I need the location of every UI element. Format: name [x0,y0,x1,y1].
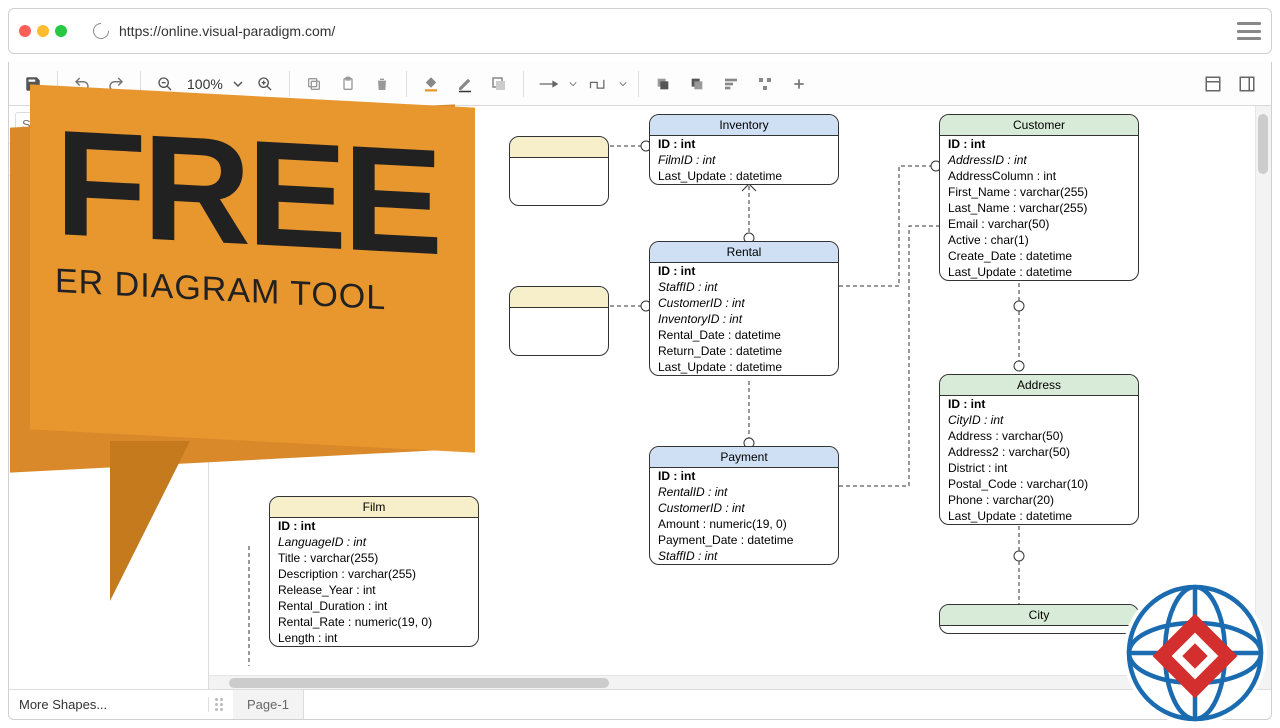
to-back-button[interactable] [681,68,713,100]
address-bar[interactable]: https://online.visual-paradigm.com/ [93,23,1211,39]
connector-dropdown[interactable] [566,68,580,100]
entity-column: Create_Date : datetime [940,248,1138,264]
entity-column: LanguageID : int [270,534,478,550]
connector-style-button[interactable] [532,68,564,100]
entity-column: ID : int [650,136,838,152]
entity-column: Last_Update : datetime [940,508,1138,524]
delete-button[interactable] [366,68,398,100]
entity-column: Rental_Duration : int [270,598,478,614]
waypoint-button[interactable] [582,68,614,100]
entity-title: Film [270,497,478,518]
entity-column: FilmID : int [650,152,838,168]
entity-column: Amount : numeric(19, 0) [650,516,838,532]
horizontal-scrollbar[interactable] [209,675,1255,689]
entity-column: Postal_Code : varchar(10) [940,476,1138,492]
entity-column: First_Name : varchar(255) [940,184,1138,200]
entity-column: Rental_Date : datetime [650,327,838,343]
more-shapes-button[interactable]: More Shapes... [9,697,209,712]
entity-column: Last_Update : datetime [940,264,1138,280]
zoom-level[interactable]: 100% [183,76,227,92]
entity-column: CityID : int [940,412,1138,428]
copy-button[interactable] [298,68,330,100]
entity-hidden-1[interactable] [509,136,609,206]
entity-rows: ID : intCityID : intAddress : varchar(50… [940,396,1138,524]
reload-icon[interactable] [90,20,113,43]
entity-column: CustomerID : int [650,500,838,516]
grip-icon[interactable] [215,696,227,714]
entity-title: Rental [650,242,838,263]
entity-column: ID : int [650,263,838,279]
entity-title: Inventory [650,115,838,136]
entity-title: Customer [940,115,1138,136]
entity-inventory[interactable]: Inventory ID : intFilmID : intLast_Updat… [649,114,839,185]
entity-column: Email : varchar(50) [940,216,1138,232]
outline-panel-button[interactable] [1197,68,1229,100]
entity-column: Payment_Date : datetime [650,532,838,548]
entity-column: Phone : varchar(20) [940,492,1138,508]
entity-column: RentalID : int [650,484,838,500]
visual-paradigm-logo-icon [1120,578,1270,728]
entity-rows: ID : intLanguageID : intTitle : varchar(… [270,518,478,646]
entity-column: Last_Update : datetime [650,359,838,375]
entity-column: Title : varchar(255) [270,550,478,566]
add-button[interactable] [783,68,815,100]
paste-button[interactable] [332,68,364,100]
entity-payment[interactable]: Payment ID : intRentalID : intCustomerID… [649,446,839,565]
status-bar: More Shapes... Page-1 [9,689,1271,719]
zoom-in-button[interactable] [249,68,281,100]
entity-customer[interactable]: Customer ID : intAddressID : intAddressC… [939,114,1139,281]
entity-title: Payment [650,447,838,468]
promo-title: FREE [55,111,439,274]
url-text: https://online.visual-paradigm.com/ [119,23,335,39]
entity-column: ID : int [940,396,1138,412]
waypoint-dropdown[interactable] [616,68,630,100]
entity-title: Address [940,375,1138,396]
entity-column: ID : int [270,518,478,534]
tab-page-1[interactable]: Page-1 [233,690,304,719]
entity-rows: ID : intStaffID : intCustomerID : intInv… [650,263,838,375]
menu-icon[interactable] [1237,22,1261,40]
to-front-button[interactable] [647,68,679,100]
entity-film[interactable]: Film ID : intLanguageID : intTitle : var… [269,496,479,647]
entity-column: StaffID : int [650,279,838,295]
window-minimize-icon[interactable] [37,25,49,37]
entity-column: Address2 : varchar(50) [940,444,1138,460]
entity-column: Release_Year : int [270,582,478,598]
entity-column: StaffID : int [650,548,838,564]
entity-rows: ID : intAddressID : intAddressColumn : i… [940,136,1138,280]
entity-column: Last_Name : varchar(255) [940,200,1138,216]
window-maximize-icon[interactable] [55,25,67,37]
distribute-button[interactable] [749,68,781,100]
line-color-button[interactable] [449,68,481,100]
entity-title: City [940,605,1138,626]
entity-column: InventoryID : int [650,311,838,327]
shadow-button[interactable] [483,68,515,100]
entity-column: Length : int [270,630,478,646]
entity-address[interactable]: Address ID : intCityID : intAddress : va… [939,374,1139,525]
entity-column: Active : char(1) [940,232,1138,248]
format-panel-button[interactable] [1231,68,1263,100]
entity-column: ID : int [940,136,1138,152]
entity-column: Description : varchar(255) [270,566,478,582]
entity-column: Rental_Rate : numeric(19, 0) [270,614,478,630]
entity-rental[interactable]: Rental ID : intStaffID : intCustomerID :… [649,241,839,376]
entity-rows: ID : intFilmID : intLast_Update : dateti… [650,136,838,184]
fill-color-button[interactable] [415,68,447,100]
entity-column: CustomerID : int [650,295,838,311]
entity-column: Address : varchar(50) [940,428,1138,444]
browser-chrome: https://online.visual-paradigm.com/ [8,8,1272,54]
entity-city[interactable]: City [939,604,1139,634]
entity-column: AddressColumn : int [940,168,1138,184]
entity-column: Return_Date : datetime [650,343,838,359]
entity-hidden-2[interactable] [509,286,609,356]
entity-column: District : int [940,460,1138,476]
entity-column: Last_Update : datetime [650,168,838,184]
entity-column: AddressID : int [940,152,1138,168]
entity-rows: ID : intRentalID : intCustomerID : intAm… [650,468,838,564]
window-close-icon[interactable] [19,25,31,37]
entity-column: ID : int [650,468,838,484]
align-button[interactable] [715,68,747,100]
